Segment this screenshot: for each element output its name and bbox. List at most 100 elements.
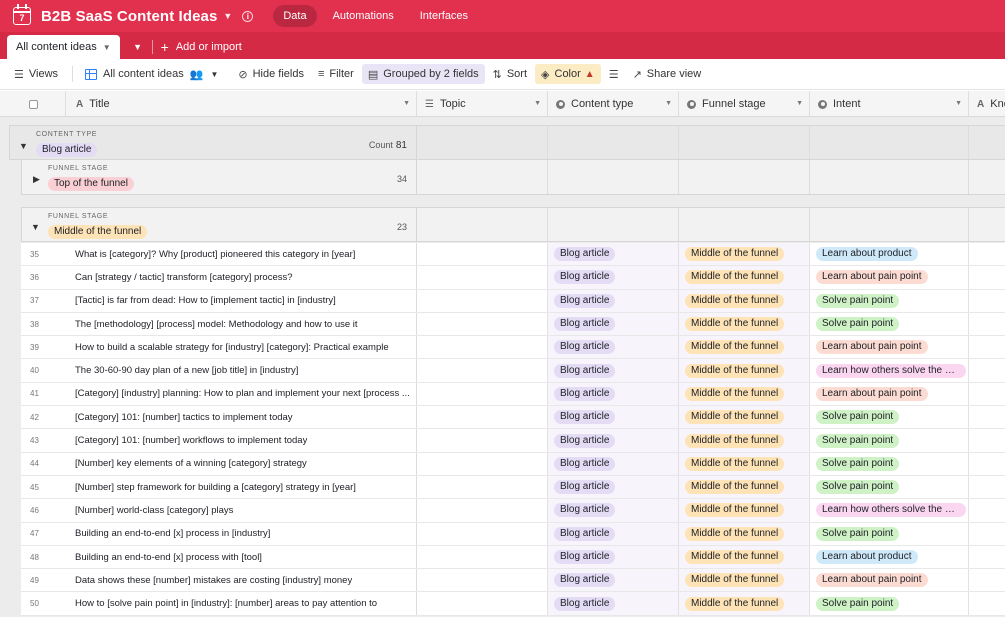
- chevron-down-icon[interactable]: ▼: [403, 100, 410, 107]
- cell-funnel-stage[interactable]: Middle of the funnel: [679, 592, 810, 615]
- chevron-down-icon[interactable]: ▼: [534, 100, 541, 107]
- filter-button[interactable]: ≡ Filter: [312, 64, 360, 84]
- cell-kno[interactable]: [969, 336, 1005, 358]
- table-row[interactable]: 44 [Number] key elements of a winning [ca…: [21, 452, 1005, 476]
- collapse-triangle-icon[interactable]: ▼: [31, 222, 40, 232]
- table-row[interactable]: 48 Building an end-to-end [x] process wit…: [21, 545, 1005, 570]
- cell-kno[interactable]: [969, 546, 1005, 568]
- cell-funnel-stage[interactable]: Middle of the funnel: [679, 406, 810, 429]
- cell-title[interactable]: The [methodology] [process] model: Metho…: [69, 312, 417, 336]
- cell-intent[interactable]: Learn about pain point: [810, 266, 969, 289]
- cell-title[interactable]: How to [solve pain point] in [industry]:…: [69, 592, 417, 615]
- cell-topic[interactable]: [417, 243, 548, 266]
- cell-kno[interactable]: [969, 499, 1005, 521]
- cell-content-type[interactable]: Blog article: [548, 336, 679, 359]
- cell-title[interactable]: Data shows these [number] mistakes are c…: [69, 569, 417, 592]
- cell-topic[interactable]: [417, 499, 548, 522]
- table-row[interactable]: 40 The 30-60-90 day plan of a new [job ti…: [21, 359, 1005, 383]
- cell-intent[interactable]: Learn about pain point: [810, 382, 969, 406]
- cell-topic[interactable]: [417, 592, 548, 615]
- cell-funnel-stage[interactable]: Middle of the funnel: [679, 569, 810, 592]
- cell-funnel-stage[interactable]: Middle of the funnel: [679, 359, 810, 382]
- cell-content-type[interactable]: Blog article: [548, 382, 679, 406]
- cell-topic[interactable]: [417, 522, 548, 545]
- table-row[interactable]: 45 [Number] step framework for building a…: [21, 475, 1005, 500]
- cell-kno[interactable]: [969, 266, 1005, 288]
- cell-intent[interactable]: Solve pain point: [810, 452, 969, 475]
- cell-intent[interactable]: Solve pain point: [810, 592, 969, 615]
- cell-topic[interactable]: [417, 406, 548, 429]
- views-button[interactable]: ☰ Views: [8, 64, 64, 84]
- cell-funnel-stage[interactable]: Middle of the funnel: [679, 243, 810, 266]
- cell-kno[interactable]: [969, 453, 1005, 475]
- nav-data[interactable]: Data: [273, 5, 317, 27]
- cell-funnel-stage[interactable]: Middle of the funnel: [679, 312, 810, 336]
- hide-fields-button[interactable]: ⊘ Hide fields: [232, 64, 310, 84]
- table-row[interactable]: 37 [Tactic] is far from dead: How to [imp…: [21, 289, 1005, 313]
- cell-funnel-stage[interactable]: Middle of the funnel: [679, 499, 810, 522]
- table-row[interactable]: 46 [Number] world-class [category] plays B…: [21, 499, 1005, 523]
- cell-title[interactable]: Building an end-to-end [x] process in [i…: [69, 522, 417, 545]
- cell-intent[interactable]: Learn about product: [810, 243, 969, 266]
- chevron-down-icon[interactable]: ▼: [223, 11, 232, 21]
- cell-kno[interactable]: [969, 592, 1005, 614]
- cell-intent[interactable]: Solve pain point: [810, 475, 969, 499]
- tab-all-content-ideas[interactable]: All content ideas ▼: [7, 35, 120, 59]
- chevron-down-icon[interactable]: ▼: [665, 100, 672, 107]
- cell-kno[interactable]: [969, 476, 1005, 498]
- cell-topic[interactable]: [417, 429, 548, 452]
- cell-content-type[interactable]: Blog article: [548, 475, 679, 499]
- table-row[interactable]: 47 Building an end-to-end [x] process in …: [21, 522, 1005, 546]
- chevron-down-icon[interactable]: ▼: [103, 43, 111, 52]
- table-row[interactable]: 50 How to [solve pain point] in [industry…: [21, 592, 1005, 616]
- cell-title[interactable]: [Number] key elements of a winning [cate…: [69, 452, 417, 475]
- cell-title[interactable]: [Category] [industry] planning: How to p…: [69, 382, 417, 406]
- cell-content-type[interactable]: Blog article: [548, 406, 679, 429]
- cell-title[interactable]: [Tactic] is far from dead: How to [imple…: [69, 289, 417, 312]
- color-button[interactable]: ◈ Color ▲: [535, 64, 601, 84]
- cell-intent[interactable]: Learn how others solve the pai...: [810, 499, 969, 522]
- cell-title[interactable]: What is [category]? Why [product] pionee…: [69, 243, 417, 266]
- table-row[interactable]: 36 Can [strategy / tactic] transform [cat…: [21, 266, 1005, 290]
- column-header-intent[interactable]: Intent ▼: [810, 91, 969, 117]
- cell-kno[interactable]: [969, 569, 1005, 591]
- cell-title[interactable]: The 30-60-90 day plan of a new [job titl…: [69, 359, 417, 382]
- cell-content-type[interactable]: Blog article: [548, 592, 679, 615]
- table-row[interactable]: 42 [Category] 101: [number] tactics to im…: [21, 406, 1005, 430]
- cell-funnel-stage[interactable]: Middle of the funnel: [679, 452, 810, 475]
- cell-intent[interactable]: Solve pain point: [810, 522, 969, 545]
- base-title[interactable]: B2B SaaS Content Ideas: [41, 8, 217, 25]
- group-header-top-of-funnel[interactable]: FUNNEL STAGE ▶ Top of the funnel 34: [21, 160, 1005, 195]
- column-header-content-type[interactable]: Content type ▼: [548, 91, 679, 117]
- cell-content-type[interactable]: Blog article: [548, 499, 679, 522]
- cell-topic[interactable]: [417, 312, 548, 336]
- cell-kno[interactable]: [969, 243, 1005, 265]
- cell-funnel-stage[interactable]: Middle of the funnel: [679, 289, 810, 312]
- cell-kno[interactable]: [969, 406, 1005, 428]
- cell-content-type[interactable]: Blog article: [548, 243, 679, 266]
- cell-topic[interactable]: [417, 336, 548, 359]
- cell-kno[interactable]: [969, 523, 1005, 545]
- column-header-funnel-stage[interactable]: Funnel stage ▼: [679, 91, 810, 117]
- cell-topic[interactable]: [417, 382, 548, 406]
- column-header-title[interactable]: A Title ▼: [66, 91, 417, 117]
- cell-funnel-stage[interactable]: Middle of the funnel: [679, 545, 810, 569]
- cell-title[interactable]: [Category] 101: [number] tactics to impl…: [69, 406, 417, 429]
- cell-title[interactable]: Can [strategy / tactic] transform [categ…: [69, 266, 417, 289]
- column-header-topic[interactable]: ☰ Topic ▼: [417, 91, 548, 117]
- cell-title[interactable]: [Number] world-class [category] plays: [69, 499, 417, 522]
- cell-topic[interactable]: [417, 452, 548, 475]
- cell-topic[interactable]: [417, 545, 548, 569]
- cell-topic[interactable]: [417, 266, 548, 289]
- add-or-import-button[interactable]: + Add or import: [159, 35, 242, 59]
- collapse-triangle-icon[interactable]: ▼: [19, 141, 28, 151]
- chevron-down-icon[interactable]: ▼: [796, 100, 803, 107]
- row-height-button[interactable]: ☰: [603, 64, 625, 84]
- cell-kno[interactable]: [969, 383, 1005, 405]
- cell-intent[interactable]: Learn about pain point: [810, 569, 969, 592]
- cell-funnel-stage[interactable]: Middle of the funnel: [679, 475, 810, 499]
- cell-content-type[interactable]: Blog article: [548, 312, 679, 336]
- cell-content-type[interactable]: Blog article: [548, 522, 679, 545]
- cell-content-type[interactable]: Blog article: [548, 266, 679, 289]
- group-header-middle-of-funnel[interactable]: FUNNEL STAGE ▼ Middle of the funnel 23: [21, 207, 1005, 242]
